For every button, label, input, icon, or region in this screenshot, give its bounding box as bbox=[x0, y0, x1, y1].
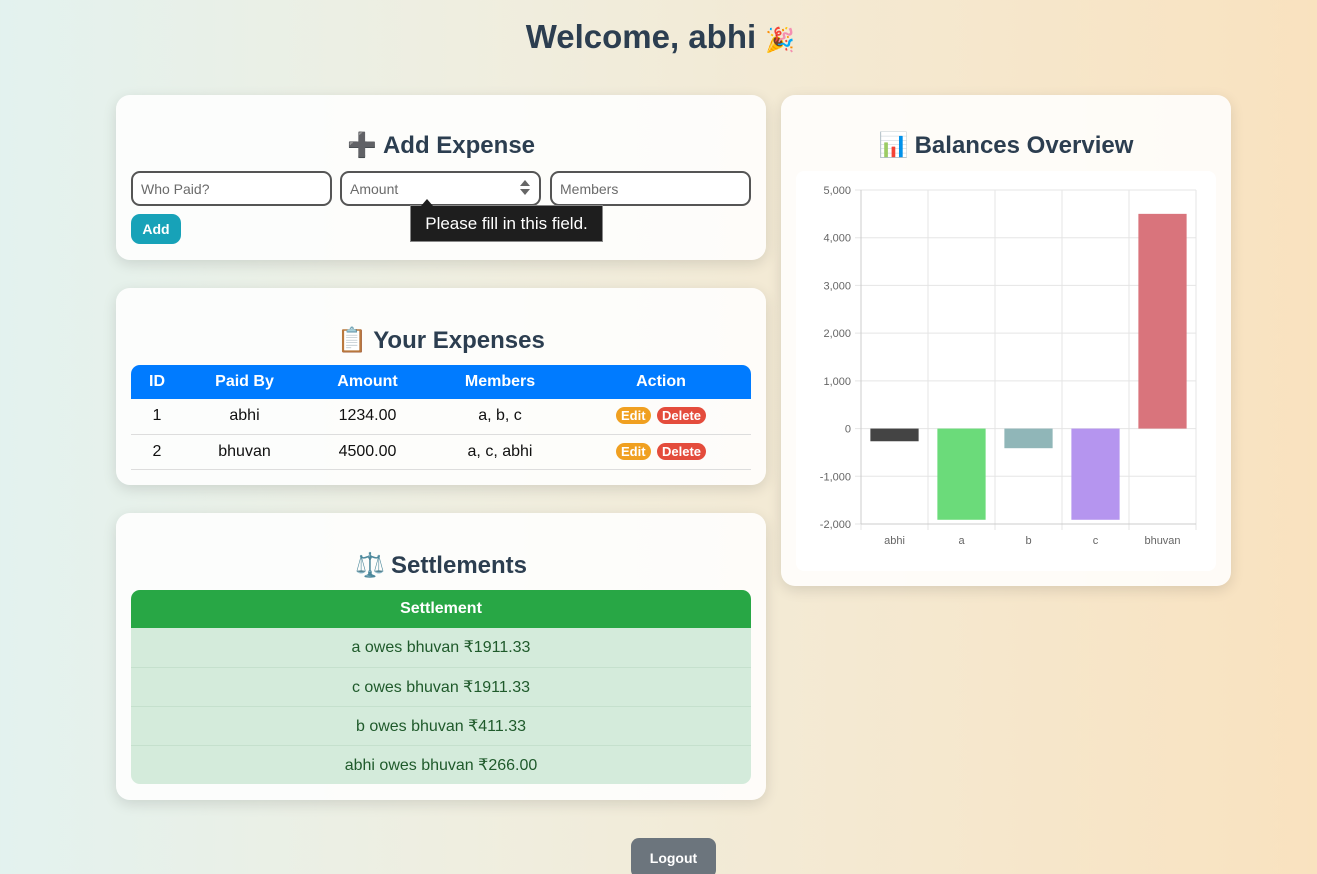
y-tick-label: -2,000 bbox=[820, 519, 851, 531]
stepper-down-icon[interactable] bbox=[520, 189, 530, 195]
expenses-title-text: Your Expenses bbox=[373, 326, 545, 354]
balances-title-text: Balances Overview bbox=[914, 131, 1134, 159]
table-row: b owes bhuvan ₹411.33 bbox=[131, 706, 751, 746]
bar-abhi bbox=[870, 428, 919, 442]
validation-tooltip: Please fill in this field. bbox=[410, 199, 603, 242]
bar-bhuvan bbox=[1138, 213, 1187, 429]
cell-members: a, c, abhi bbox=[429, 434, 571, 470]
add-expense-title: ➕ Add Expense bbox=[116, 131, 766, 160]
column-header-id: ID bbox=[131, 365, 183, 399]
column-header-settlement: Settlement bbox=[131, 590, 751, 628]
settlements-card: ⚖️ Settlements Settlement a owes bhuvan … bbox=[116, 513, 766, 800]
delete-button[interactable]: Delete bbox=[656, 442, 707, 460]
x-tick-label: abhi bbox=[884, 535, 905, 547]
party-popper-icon: 🎉 bbox=[765, 27, 796, 54]
add-expense-card: ➕ Add Expense Add Please fill in this fi… bbox=[116, 95, 766, 260]
y-tick-label: -1,000 bbox=[820, 471, 851, 483]
column-header-action: Action bbox=[571, 365, 751, 399]
page-title-text: Welcome, abhi bbox=[525, 18, 757, 55]
balances-title: 📊 Balances Overview bbox=[781, 131, 1231, 160]
settlement-cell: abhi owes bhuvan ₹266.00 bbox=[131, 745, 751, 784]
cell-amount: 4500.00 bbox=[306, 434, 429, 470]
balance-scale-icon: ⚖️ bbox=[354, 552, 385, 579]
add-expense-title-text: Add Expense bbox=[382, 131, 536, 159]
settlements-table: Settlement a owes bhuvan ₹1911.33 c owes… bbox=[131, 590, 751, 784]
edit-button[interactable]: Edit bbox=[615, 442, 651, 460]
bar-a bbox=[937, 428, 986, 520]
bar-chart-icon: 📊 bbox=[878, 132, 909, 159]
settlements-title: ⚖️ Settlements bbox=[116, 551, 766, 580]
expenses-title: 📋 Your Expenses bbox=[116, 326, 766, 355]
column-header-paid-by: Paid By bbox=[183, 365, 306, 399]
plus-icon: ➕ bbox=[346, 132, 377, 159]
members-input[interactable] bbox=[550, 171, 751, 206]
stepper-up-icon[interactable] bbox=[520, 180, 530, 186]
amount-input[interactable] bbox=[340, 171, 541, 206]
table-row: abhi owes bhuvan ₹266.00 bbox=[131, 745, 751, 784]
page-title: Welcome, abhi 🎉 bbox=[0, 18, 1317, 56]
x-tick-label: a bbox=[958, 535, 965, 547]
x-tick-label: c bbox=[1093, 535, 1099, 547]
balances-card: 📊 Balances Overview 5,000 4,000 3,000 2,000… bbox=[781, 95, 1231, 586]
table-row: a owes bhuvan ₹1911.33 bbox=[131, 628, 751, 668]
logout-button[interactable]: Logout bbox=[631, 838, 716, 874]
add-button[interactable]: Add bbox=[131, 214, 181, 244]
cell-action: Edit Delete bbox=[571, 434, 751, 470]
x-tick-label: b bbox=[1025, 535, 1031, 547]
balances-chart: 5,0004,0003,0002,0001,0000-1,000-2,000ab… bbox=[820, 185, 1197, 547]
column-header-amount: Amount bbox=[306, 365, 429, 399]
bar-b bbox=[1004, 428, 1053, 449]
y-tick-label: 0 bbox=[845, 424, 851, 436]
clipboard-icon: 📋 bbox=[337, 327, 368, 354]
who-paid-input[interactable] bbox=[131, 171, 332, 206]
settlement-cell: b owes bhuvan ₹411.33 bbox=[131, 706, 751, 746]
expenses-card: 📋 Your Expenses ID Paid By Amount Member… bbox=[116, 288, 766, 485]
delete-button[interactable]: Delete bbox=[656, 407, 707, 425]
table-row: 2 bhuvan 4500.00 a, c, abhi Edit Delete bbox=[131, 434, 751, 470]
amount-stepper[interactable] bbox=[519, 180, 531, 198]
y-tick-label: 3,000 bbox=[823, 280, 851, 292]
column-header-members: Members bbox=[429, 365, 571, 399]
settlement-cell: a owes bhuvan ₹1911.33 bbox=[131, 628, 751, 668]
y-tick-label: 4,000 bbox=[823, 233, 851, 245]
y-tick-label: 2,000 bbox=[823, 328, 851, 340]
cell-id: 2 bbox=[131, 434, 183, 470]
settlements-title-text: Settlements bbox=[390, 551, 528, 579]
table-row: c owes bhuvan ₹1911.33 bbox=[131, 667, 751, 707]
cell-paid-by: abhi bbox=[183, 399, 306, 435]
edit-button[interactable]: Edit bbox=[615, 407, 651, 425]
expenses-table: ID Paid By Amount Members Action 1 abhi … bbox=[131, 365, 751, 470]
y-tick-label: 5,000 bbox=[823, 185, 851, 197]
cell-amount: 1234.00 bbox=[306, 399, 429, 435]
balances-chart-container: 5,000 4,000 3,000 2,000 1,000 0 -1,000 -2,000 ab… bbox=[796, 171, 1216, 571]
y-tick-label: 1,000 bbox=[823, 376, 851, 388]
bar-c bbox=[1071, 428, 1120, 520]
cell-id: 1 bbox=[131, 399, 183, 435]
cell-members: a, b, c bbox=[429, 399, 571, 435]
cell-action: Edit Delete bbox=[571, 399, 751, 435]
settlement-cell: c owes bhuvan ₹1911.33 bbox=[131, 667, 751, 707]
x-tick-label: bhuvan bbox=[1144, 535, 1180, 547]
table-row: 1 abhi 1234.00 a, b, c Edit Delete bbox=[131, 399, 751, 435]
cell-paid-by: bhuvan bbox=[183, 434, 306, 470]
